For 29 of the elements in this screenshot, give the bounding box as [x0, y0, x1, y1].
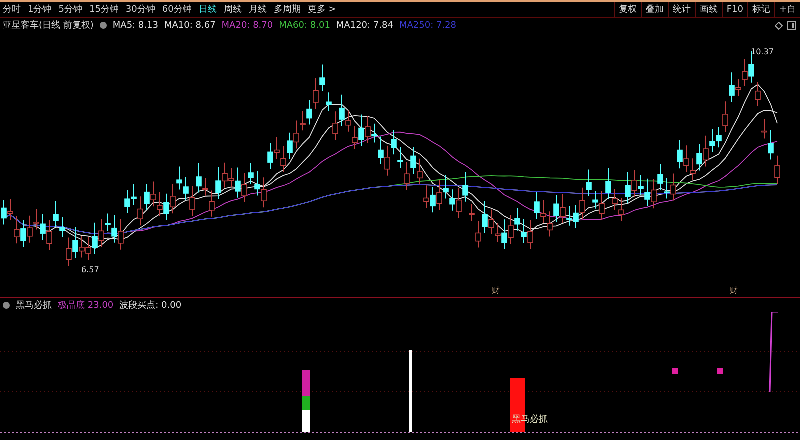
period-tab[interactable]: 1分钟	[28, 3, 52, 16]
indicator-value: 极品底 23.00	[58, 300, 114, 312]
event-mark[interactable]: 财	[730, 286, 738, 295]
period-tab[interactable]: 5分钟	[58, 3, 82, 16]
moving-average-label: MA120: 7.84	[336, 20, 394, 30]
period-tab[interactable]: 更多 >	[308, 3, 336, 16]
period-tab[interactable]: 分时	[3, 3, 21, 16]
moving-average-label: MA10: 8.67	[164, 20, 216, 30]
stock-title: 亚星客车(日线 前复权)	[3, 20, 94, 32]
moving-average-label: MA60: 8.01	[279, 20, 330, 30]
high-price-label: 10.37	[751, 47, 774, 56]
moving-average-label: MA250: 7.28	[399, 20, 457, 30]
period-tab[interactable]: 15分钟	[89, 3, 119, 16]
low-price-label: 6.57	[82, 265, 100, 274]
period-tab[interactable]: 60分钟	[162, 3, 192, 16]
period-tab[interactable]: 周线	[224, 3, 242, 16]
period-tab[interactable]: 日线	[198, 3, 217, 16]
period-tab[interactable]: 月线	[248, 3, 267, 16]
panel-icon[interactable]	[787, 21, 796, 30]
diamond-icon[interactable]	[775, 22, 783, 30]
indicator-name: 黑马必抓	[16, 300, 52, 312]
event-mark[interactable]: 财	[492, 286, 500, 295]
indicator-value: 波段买点: 0.00	[120, 300, 182, 312]
moving-average-label: MA5: 8.13	[112, 20, 158, 30]
settings-icon[interactable]	[100, 22, 107, 29]
period-tab[interactable]: 30分钟	[126, 3, 156, 16]
settings-icon[interactable]	[3, 302, 10, 308]
period-tab[interactable]: 多周期	[274, 3, 301, 16]
moving-average-label: MA20: 8.70	[222, 20, 274, 30]
